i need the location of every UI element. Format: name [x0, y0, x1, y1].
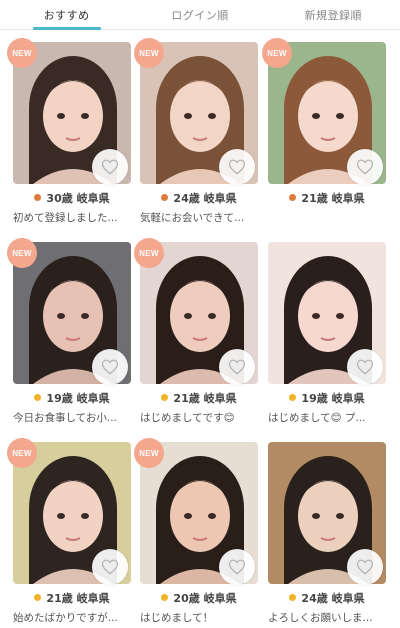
status-dot — [161, 594, 169, 601]
status-dot — [34, 594, 42, 601]
profile-age-location: 24歳 岐阜県 — [140, 190, 258, 206]
profile-age: 21歳 — [173, 392, 200, 405]
profile-prefecture: 岐阜県 — [331, 192, 365, 205]
profile-prefecture: 岐阜県 — [203, 192, 237, 205]
heart-icon — [228, 559, 246, 575]
new-badge: NEW — [7, 38, 37, 68]
new-badge: NEW — [134, 38, 164, 68]
profile-message: 今日お食事してお小... — [13, 412, 117, 424]
heart-icon — [228, 359, 246, 375]
profile-card[interactable]: NEW 24歳 岐阜県気軽にお会いできて... — [134, 38, 258, 232]
profile-message: 初めて登録しました... — [13, 212, 118, 224]
profile-card[interactable]: 24歳 岐阜県よろしくお願いしま... — [268, 442, 386, 628]
tab-new-registration-order[interactable]: 新規登録順 — [267, 0, 400, 29]
profile-age-location: 20歳 岐阜県 — [140, 590, 258, 606]
profile-message: はじめましてです😊 — [140, 412, 235, 424]
like-button[interactable] — [347, 549, 383, 585]
like-button[interactable] — [347, 149, 383, 185]
profile-prefecture: 岐阜県 — [76, 592, 110, 605]
profile-age-location: 21歳 岐阜県 — [268, 190, 386, 206]
profile-age: 24歳 — [173, 192, 200, 205]
new-badge: NEW — [134, 438, 164, 468]
profile-card[interactable]: NEW 21歳 岐阜県 — [262, 38, 386, 232]
profile-prefecture: 岐阜県 — [331, 392, 365, 405]
profile-prefecture: 岐阜県 — [331, 592, 365, 605]
profile-card[interactable]: NEW 21歳 岐阜県始めたばかりですが... — [7, 438, 131, 628]
profile-age: 19歳 — [301, 392, 328, 405]
heart-icon — [228, 159, 246, 175]
profile-card[interactable]: 19歳 岐阜県はじめまして😊 プ... — [268, 242, 386, 432]
profile-card[interactable]: NEW 20歳 岐阜県はじめまして！ — [134, 438, 258, 628]
profile-age: 21歳 — [46, 592, 73, 605]
like-button[interactable] — [219, 149, 255, 185]
profile-card[interactable]: NEW 30歳 岐阜県初めて登録しました... — [7, 38, 131, 232]
heart-icon — [101, 359, 119, 375]
profile-age-location: 19歳 岐阜県 — [268, 390, 386, 406]
tab-bar: おすすめ ログイン順 新規登録順 — [0, 0, 400, 30]
tab-recommended[interactable]: おすすめ — [0, 0, 133, 29]
heart-icon — [356, 559, 374, 575]
heart-icon — [356, 159, 374, 175]
status-dot — [289, 394, 297, 401]
profile-age-location: 24歳 岐阜県 — [268, 590, 386, 606]
profile-age: 30歳 — [46, 192, 73, 205]
profile-card[interactable]: NEW 19歳 岐阜県今日お食事してお小... — [7, 238, 131, 432]
profile-age: 20歳 — [173, 592, 200, 605]
like-button[interactable] — [92, 549, 128, 585]
new-badge: NEW — [7, 238, 37, 268]
like-button[interactable] — [347, 349, 383, 385]
profile-age-location: 19歳 岐阜県 — [13, 390, 131, 406]
profile-age: 24歳 — [301, 592, 328, 605]
profile-message: よろしくお願いしま... — [268, 612, 373, 624]
tab-login-order[interactable]: ログイン順 — [133, 0, 266, 29]
status-dot — [34, 194, 42, 201]
profile-message: はじめまして😊 プ... — [268, 412, 366, 424]
like-button[interactable] — [92, 349, 128, 385]
heart-icon — [356, 359, 374, 375]
new-badge: NEW — [262, 38, 292, 68]
profile-prefecture: 岐阜県 — [76, 192, 110, 205]
profile-age: 19歳 — [46, 392, 73, 405]
profile-age-location: 30歳 岐阜県 — [13, 190, 131, 206]
status-dot — [161, 394, 169, 401]
profile-message: 気軽にお会いできて... — [140, 212, 245, 224]
profile-card[interactable]: NEW 21歳 岐阜県はじめましてです😊 — [134, 238, 258, 432]
like-button[interactable] — [219, 549, 255, 585]
status-dot — [289, 194, 297, 201]
profile-age-location: 21歳 岐阜県 — [13, 590, 131, 606]
status-dot — [289, 594, 297, 601]
like-button[interactable] — [219, 349, 255, 385]
profile-age: 21歳 — [301, 192, 328, 205]
heart-icon — [101, 559, 119, 575]
new-badge: NEW — [7, 438, 37, 468]
profile-age-location: 21歳 岐阜県 — [140, 390, 258, 406]
profile-message: はじめまして！ — [140, 612, 214, 624]
heart-icon — [101, 159, 119, 175]
profile-prefecture: 岐阜県 — [76, 392, 110, 405]
like-button[interactable] — [92, 149, 128, 185]
profile-prefecture: 岐阜県 — [203, 392, 237, 405]
status-dot — [34, 394, 42, 401]
profile-prefecture: 岐阜県 — [203, 592, 237, 605]
new-badge: NEW — [134, 238, 164, 268]
profile-message: 始めたばかりですが... — [13, 612, 118, 624]
status-dot — [161, 194, 169, 201]
